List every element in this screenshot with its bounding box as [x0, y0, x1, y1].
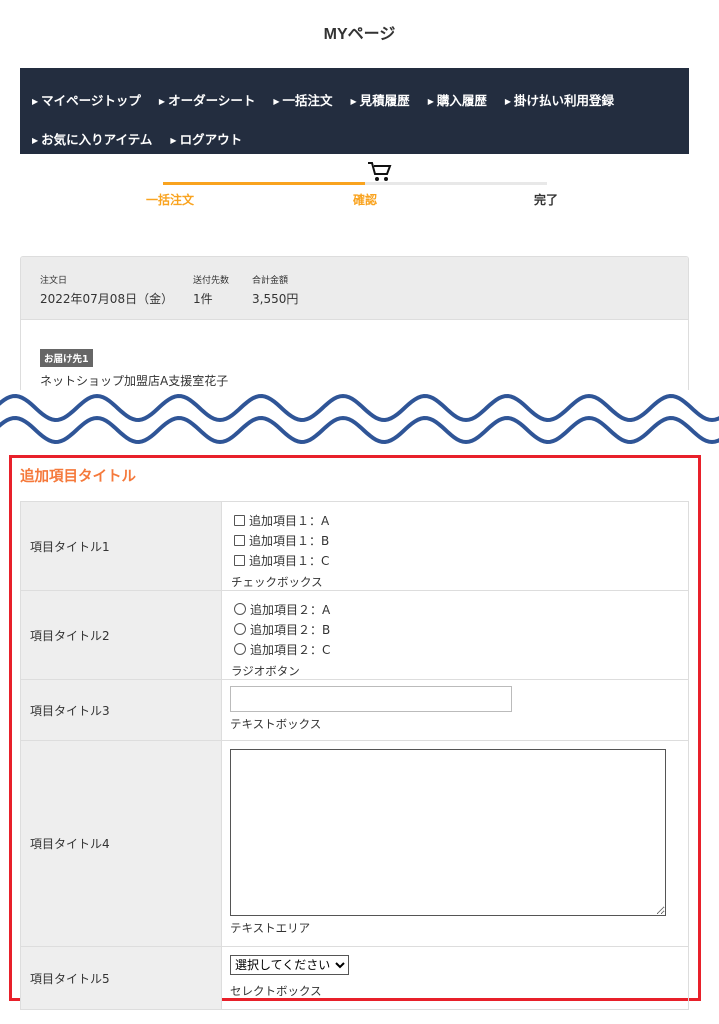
textarea-input[interactable] [230, 749, 666, 916]
nav-label: 掛け払い利用登録 [514, 93, 615, 108]
radio[interactable] [234, 623, 246, 635]
caret-right-icon: ▶ [32, 136, 39, 145]
cart-icon [368, 162, 392, 181]
checkbox-option-a[interactable]: 追加項目１：A [231, 510, 457, 530]
nav-bulk-order[interactable]: ▶ 一括注文 [273, 90, 332, 109]
nav-label: 一括注文 [282, 93, 333, 108]
radio[interactable] [234, 643, 246, 655]
nav-label: オーダーシート [168, 93, 256, 108]
destination-badge: お届け先1 [40, 349, 93, 367]
radio-option-c[interactable]: 追加項目２：C [231, 639, 457, 659]
table-row: 項目タイトル4 テキストエリア [20, 740, 689, 947]
caret-right-icon: ▶ [427, 97, 434, 106]
nav-logout[interactable]: ▶ ログアウト [170, 129, 242, 148]
radio-option-a[interactable]: 追加項目２：A [231, 599, 457, 619]
dest-count-label: 送付先数 [193, 276, 230, 286]
nav-label: お気に入りアイテム [41, 132, 153, 147]
checkbox-option-c[interactable]: 追加項目１：C [231, 550, 457, 570]
wave-divider [0, 390, 719, 456]
checkbox[interactable] [234, 534, 245, 546]
field-hint: テキストエリア [230, 921, 311, 935]
radio[interactable] [234, 603, 246, 615]
progress-fill [163, 182, 365, 185]
caret-right-icon: ▶ [170, 136, 177, 145]
field-label: 項目タイトル3 [20, 679, 222, 741]
nav-order-sheet[interactable]: ▶ オーダーシート [159, 90, 255, 109]
select-box[interactable]: 選択してください [230, 955, 349, 975]
radio-option-b[interactable]: 追加項目２：B [231, 619, 457, 639]
step-complete: 完了 [533, 193, 558, 207]
total: 3,550円 [252, 292, 299, 306]
step-bulk-order: 一括注文 [145, 193, 194, 207]
order-date: 2022年07月08日（金） [40, 292, 174, 306]
field-label: 項目タイトル2 [20, 590, 222, 680]
field-label: 項目タイトル1 [20, 501, 222, 591]
caret-right-icon: ▶ [32, 97, 39, 106]
option-label: 追加項目１：C [249, 553, 330, 568]
step-confirm: 確認 [352, 193, 377, 207]
checkbox[interactable] [234, 514, 245, 526]
field-hint: チェックボックス [231, 575, 323, 589]
caret-right-icon: ▶ [158, 97, 166, 106]
option-label: 追加項目２：C [250, 642, 331, 657]
nav-label: 購入履歴 [436, 93, 487, 108]
extra-fields-table: 項目タイトル1 追加項目１：A 追加項目１：B 追加項目１：C チェックボックス… [20, 501, 689, 1010]
field-label: 項目タイトル5 [20, 946, 222, 1010]
recipient-name: ネットショップ加盟店A支援室花子 [40, 374, 229, 388]
option-label: 追加項目１：B [249, 533, 330, 548]
option-label: 追加項目２：B [250, 622, 331, 637]
order-date-label: 注文日 [40, 276, 68, 286]
table-row: 項目タイトル2 追加項目２：A 追加項目２：B 追加項目２：C ラジオボタン [20, 590, 689, 680]
caret-right-icon: ▶ [350, 97, 357, 106]
field-hint: ラジオボタン [231, 664, 300, 678]
nav-mypage-top[interactable]: ▶ マイページトップ [32, 90, 141, 109]
dest-count: 1件 [193, 292, 213, 306]
nav-label: マイページトップ [41, 93, 141, 108]
field-label: 項目タイトル4 [20, 740, 222, 947]
mypage-nav: ▶ マイページトップ ▶ オーダーシート ▶ 一括注文 ▶ 見積履歴 ▶ 購入履歴 ▶ 掛け… [20, 68, 689, 154]
nav-label: 見積履歴 [359, 93, 410, 108]
extra-section-title: 追加項目タイトル [20, 469, 136, 485]
text-input[interactable] [230, 686, 512, 712]
checkbox-option-b[interactable]: 追加項目１：B [231, 530, 457, 550]
nav-label: ログアウト [179, 132, 243, 147]
table-row: 項目タイトル5 選択してくださいセレクトボックス [20, 946, 689, 1010]
nav-purchase-history[interactable]: ▶ 購入履歴 [428, 90, 487, 109]
caret-right-icon: ▶ [504, 97, 512, 106]
total-label: 合計金額 [252, 276, 289, 286]
field-hint: セレクトボックス [230, 984, 322, 998]
table-row: 項目タイトル3 テキストボックス [20, 679, 689, 741]
nav-quote-history[interactable]: ▶ 見積履歴 [351, 90, 410, 109]
option-label: 追加項目１：A [249, 513, 330, 528]
table-row: 項目タイトル1 追加項目１：A 追加項目１：B 追加項目１：C チェックボックス [20, 501, 689, 591]
caret-right-icon: ▶ [273, 97, 280, 106]
field-hint: テキストボックス [230, 717, 322, 731]
page-title: MYページ [323, 26, 396, 43]
nav-credit-registration[interactable]: ▶ 掛け払い利用登録 [505, 90, 614, 109]
checkbox[interactable] [234, 554, 245, 566]
nav-favorites[interactable]: ▶ お気に入りアイテム [32, 129, 152, 148]
option-label: 追加項目２：A [250, 602, 331, 617]
